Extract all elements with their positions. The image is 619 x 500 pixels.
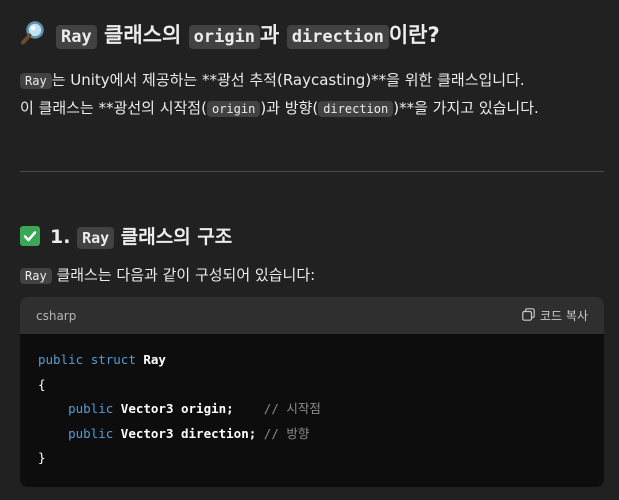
intro-text: )과 방향( bbox=[260, 99, 319, 117]
code-line: } bbox=[38, 446, 586, 471]
code-keyword: struct bbox=[90, 352, 136, 367]
code-type: Ray bbox=[143, 352, 166, 367]
intro-text: )**을 가지고 있습니다. bbox=[393, 99, 539, 117]
code-line: { bbox=[38, 373, 586, 398]
heading-text: 과 bbox=[260, 23, 287, 47]
code-language-label: csharp bbox=[36, 308, 77, 323]
code-keyword: public bbox=[38, 352, 84, 367]
intro-text: 는 Unity에서 제공하는 **광선 추적(Raycasting)**을 위한… bbox=[51, 71, 525, 89]
intro-text: 이 클래스는 **광선의 시작점( bbox=[20, 99, 207, 117]
inline-code-ray: Ray bbox=[77, 227, 115, 249]
copy-icon bbox=[522, 307, 535, 324]
code-line: public Vector3 origin; // 시작점 bbox=[38, 397, 586, 422]
copy-code-label: 코드 복사 bbox=[540, 309, 588, 323]
heading-text: 이란? bbox=[388, 23, 440, 47]
inline-code-origin: origin bbox=[188, 25, 261, 49]
inline-code-ray: Ray bbox=[56, 25, 97, 49]
section-desc-text: 클래스는 다음과 같이 구성되어 있습니다: bbox=[51, 266, 316, 284]
divider bbox=[20, 171, 604, 172]
code-line: public Vector3 direction; // 방향 bbox=[38, 422, 586, 447]
inline-code-direction: direction bbox=[318, 101, 394, 117]
code-declaration: Vector3 direction; bbox=[120, 425, 257, 441]
inline-code-ray: Ray bbox=[20, 73, 52, 89]
inline-code-direction: direction bbox=[286, 25, 389, 49]
main-heading: Ray 클래스의 origin 과 direction 이란? bbox=[20, 16, 610, 58]
code-comment: // 시작점 bbox=[263, 401, 321, 416]
section-description: Ray 클래스는 다음과 같이 구성되어 있습니다: bbox=[20, 261, 610, 290]
heading-text: 클래스의 bbox=[96, 23, 189, 47]
code-padding bbox=[256, 426, 264, 441]
copy-code-button[interactable]: 코드 복사 bbox=[522, 307, 588, 324]
code-padding bbox=[234, 401, 264, 416]
code-comment: // 방향 bbox=[263, 425, 310, 441]
code-brace: } bbox=[38, 450, 46, 465]
magnifier-icon bbox=[20, 20, 46, 58]
section-title: 클래스의 구조 bbox=[114, 226, 233, 248]
intro-line-1: Ray 는 Unity에서 제공하는 **광선 추적(Raycasting)**을… bbox=[20, 66, 610, 95]
check-icon bbox=[20, 226, 40, 246]
code-body: public struct Ray { public Vector3 origi… bbox=[20, 334, 604, 485]
code-block-header: csharp 코드 복사 bbox=[20, 297, 604, 334]
code-keyword: public bbox=[68, 401, 114, 416]
inline-code-origin: origin bbox=[206, 101, 261, 117]
code-line: public struct Ray bbox=[38, 348, 586, 373]
section-heading: 1. Ray 클래스의 구조 bbox=[20, 220, 610, 255]
code-keyword: public bbox=[68, 425, 114, 441]
code-brace: { bbox=[38, 376, 46, 392]
code-declaration: Vector3 origin; bbox=[120, 401, 234, 416]
inline-code-ray: Ray bbox=[20, 268, 52, 284]
code-block: csharp 코드 복사 public struct Ray { public … bbox=[20, 297, 604, 487]
intro-line-2: 이 클래스는 **광선의 시작점(origin)과 방향(direction)*… bbox=[20, 94, 610, 123]
section-number: 1. bbox=[50, 226, 78, 248]
